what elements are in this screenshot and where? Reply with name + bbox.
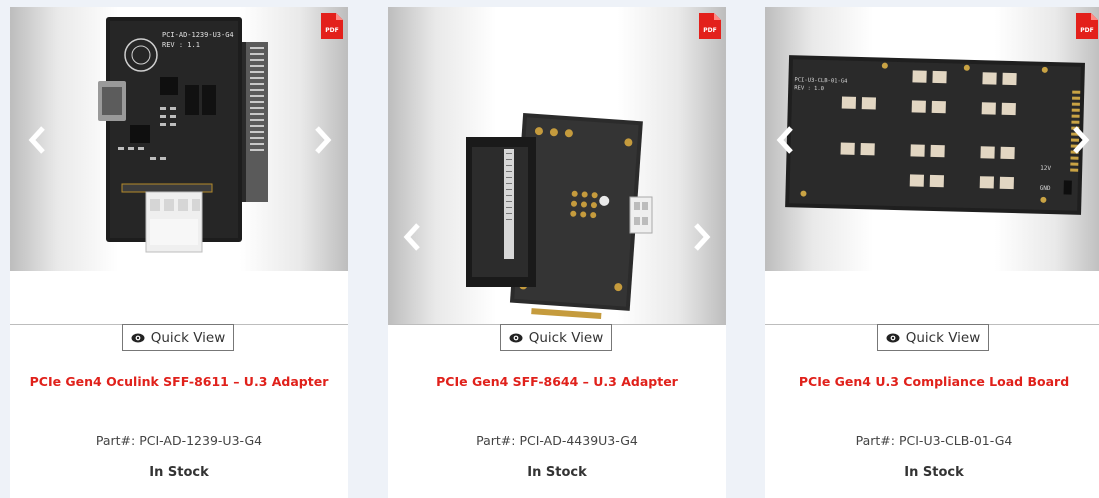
part-number: Part#: PCI-U3-CLB-01-G4 <box>765 433 1099 448</box>
next-image-button[interactable] <box>686 217 716 257</box>
pdf-label: PDF <box>325 27 338 34</box>
chevron-right-icon <box>315 126 332 154</box>
part-number: Part#: PCI-AD-4439U3-G4 <box>388 433 726 448</box>
part-label: Part#: <box>95 433 136 448</box>
part-value: PCI-U3-CLB-01-G4 <box>898 433 1013 448</box>
pdf-label: PDF <box>1080 27 1093 34</box>
chevron-right-icon <box>694 223 711 251</box>
product-image-carousel[interactable]: PCI-U3-CLB-01-G4 REV : 1.0 12V GND PDF <box>765 7 1099 271</box>
next-image-button[interactable] <box>1065 120 1095 160</box>
quick-view-button[interactable]: Quick View <box>500 324 612 351</box>
next-image-button[interactable] <box>307 120 337 160</box>
product-title-link[interactable]: PCIe Gen4 SFF-8644 – U.3 Adapter <box>388 374 726 389</box>
quick-view-label: Quick View <box>150 329 226 346</box>
stock-status: In Stock <box>149 465 209 480</box>
eye-icon <box>886 333 900 342</box>
pdf-document-icon[interactable]: PDF <box>699 13 721 39</box>
product-image-carousel[interactable]: PCI-AD-1239-U3-G4 REV : 1.1 PDF <box>10 7 348 271</box>
pdf-label: PDF <box>703 27 716 34</box>
part-number: Part#: PCI-AD-1239-U3-G4 <box>10 433 348 448</box>
product-grid: PCI-AD-1239-U3-G4 REV : 1.1 PDF Quick Vi… <box>0 0 1099 498</box>
prev-image-button[interactable] <box>23 120 53 160</box>
chevron-left-icon <box>776 126 793 154</box>
quick-view-label: Quick View <box>528 329 604 346</box>
pdf-document-icon[interactable]: PDF <box>321 13 343 39</box>
board-gnd-text: GND <box>1040 185 1051 192</box>
eye-icon <box>509 333 523 342</box>
product-image: PCI-U3-CLB-01-G4 REV : 1.0 12V GND <box>785 55 1085 215</box>
quick-view-button[interactable]: Quick View <box>877 324 989 351</box>
prev-image-button[interactable] <box>398 217 428 257</box>
pdf-document-icon[interactable]: PDF <box>1076 13 1098 39</box>
chevron-right-icon <box>1073 126 1090 154</box>
part-label: Part#: <box>855 433 895 448</box>
eye-icon <box>131 333 145 342</box>
quick-view-button[interactable]: Quick View <box>122 324 234 351</box>
product-card: PDF Quick View PCIe Gen4 SFF-8644 – U.3 … <box>388 7 726 498</box>
chevron-left-icon <box>403 223 420 251</box>
product-title-link[interactable]: PCIe Gen4 Oculink SFF-8611 – U.3 Adapter <box>10 374 348 389</box>
product-image: PCI-AD-1239-U3-G4 REV : 1.1 <box>98 17 268 253</box>
stock-status: In Stock <box>527 465 587 480</box>
prev-image-button[interactable] <box>771 120 801 160</box>
board-12v-text: 12V <box>1040 165 1051 172</box>
product-image-carousel[interactable]: PDF <box>388 7 726 324</box>
board-rev-text: REV : 1.0 <box>794 85 824 92</box>
product-card: PCI-U3-CLB-01-G4 REV : 1.0 12V GND PDF Q… <box>765 7 1099 498</box>
product-title-link[interactable]: PCIe Gen4 U.3 Compliance Load Board <box>765 374 1099 389</box>
board-rev-text: REV : 1.1 <box>162 41 200 49</box>
chevron-left-icon <box>28 126 45 154</box>
quick-view-label: Quick View <box>905 329 981 346</box>
part-value: PCI-AD-1239-U3-G4 <box>139 433 263 448</box>
part-value: PCI-AD-4439U3-G4 <box>519 433 638 448</box>
product-image <box>466 113 653 319</box>
board-print-text: PCI-AD-1239-U3-G4 <box>162 31 234 39</box>
part-label: Part#: <box>476 433 516 448</box>
product-card: PCI-AD-1239-U3-G4 REV : 1.1 PDF Quick Vi… <box>10 7 348 498</box>
stock-status: In Stock <box>904 465 964 480</box>
